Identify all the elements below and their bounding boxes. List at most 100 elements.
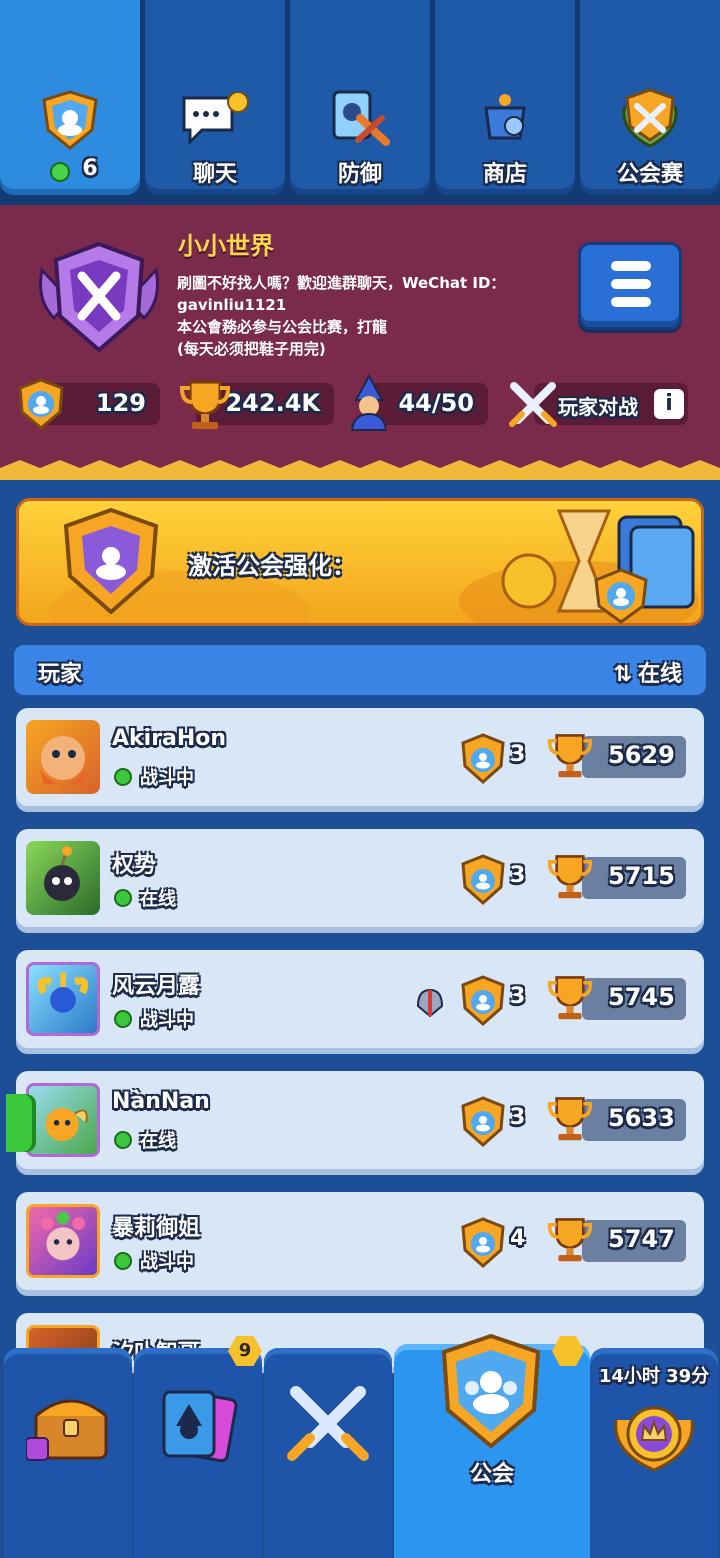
clan-level-icon	[586, 566, 656, 630]
clan-boost-badge-icon	[52, 507, 170, 618]
nav-clan-label: 公会	[469, 1462, 514, 1487]
trophy-icon	[546, 1214, 594, 1268]
chest-icon	[25, 1386, 116, 1470]
player-avatar	[26, 841, 100, 915]
tab-defense-label: 防御	[337, 162, 382, 187]
tab-clan-war[interactable]: 公会赛	[580, 0, 720, 195]
bottom-navigation: 9 公会 14小时 39分	[0, 1333, 720, 1558]
tab-shop[interactable]: 商店	[435, 0, 575, 195]
player-avatar	[26, 962, 100, 1036]
player-trophies: 5745	[608, 983, 675, 1011]
clan-badge-icon	[34, 240, 164, 360]
player-row[interactable]: NànNan 在线 3 5633	[16, 1071, 704, 1175]
player-status: 在线	[140, 889, 176, 910]
player-status: 战斗中	[140, 768, 194, 789]
season-timer: 14小时 39分	[598, 1366, 710, 1387]
player-level: 3	[510, 863, 526, 888]
tab-shop-label: 商店	[482, 162, 527, 187]
clan-shield-icon	[40, 90, 100, 156]
tab-defense[interactable]: 防御	[290, 0, 430, 195]
players-header-title: 玩家	[38, 662, 83, 687]
top-tab-bar: 6 聊天 防御 商店 公会赛	[0, 0, 720, 205]
clan-trophies-value: 242.4K	[225, 389, 320, 417]
clan-mode-label: 玩家对战	[558, 395, 638, 419]
player-level: 3	[510, 1105, 526, 1130]
clan-description: 刷圖不好找人嗎？歡迎進群聊天，WeChat ID： gavinliu1121 本…	[177, 274, 506, 358]
player-avatar	[26, 1204, 100, 1278]
shop-icon	[478, 92, 532, 152]
nav-cards[interactable]	[134, 1348, 262, 1558]
status-dot-icon	[114, 1131, 132, 1149]
side-tab-handle[interactable]	[6, 1094, 36, 1152]
player-trophies: 5633	[608, 1104, 675, 1132]
player-name: NànNan	[112, 1089, 210, 1114]
tab-chat-label: 聊天	[192, 162, 237, 187]
defense-icon	[328, 88, 392, 154]
player-row[interactable]: 暴莉御姐 战斗中 4 5747	[16, 1192, 704, 1296]
menu-bar-icon	[611, 297, 651, 307]
online-count: 6	[82, 156, 98, 181]
player-name: 权势	[112, 853, 157, 878]
season-crown-icon	[608, 1390, 700, 1480]
player-trophies: 5747	[608, 1225, 675, 1253]
trophy-icon	[546, 730, 594, 784]
menu-bar-icon	[611, 261, 651, 271]
trophy-icon	[546, 851, 594, 905]
status-dot-icon	[114, 889, 132, 907]
nav-chests[interactable]	[4, 1348, 132, 1558]
player-name: 风云月露	[112, 974, 201, 999]
role-helmet-icon	[414, 986, 446, 1024]
player-trophies: 5629	[608, 741, 675, 769]
clan-level-icon	[456, 732, 510, 790]
clan-level-icon	[456, 1216, 510, 1274]
trophy-icon	[546, 1093, 594, 1147]
player-name: 暴莉御姐	[112, 1216, 201, 1241]
tab-clan[interactable]: 6	[0, 0, 140, 195]
nav-season[interactable]: 14小时 39分	[590, 1348, 718, 1558]
sort-arrows-icon: ⇅	[613, 662, 632, 687]
info-icon[interactable]: i	[654, 389, 684, 419]
clan-level-value: 129	[95, 389, 146, 417]
player-level: 3	[510, 984, 526, 1009]
clan-level-icon	[456, 974, 510, 1032]
clan-level-icon	[456, 1095, 510, 1153]
battle-swords-icon	[282, 1382, 374, 1472]
sort-label: 在线	[637, 662, 682, 687]
clan-level-icon	[14, 376, 68, 436]
crossed-swords-icon	[508, 380, 558, 434]
player-row[interactable]: 风云月露 战斗中 3 5745	[16, 950, 704, 1054]
status-dot-icon	[114, 768, 132, 786]
panel-zigzag-border	[0, 460, 720, 480]
player-row[interactable]: AkiraHon 战斗中 3 5629	[16, 708, 704, 812]
player-status: 战斗中	[140, 1252, 194, 1273]
chat-icon	[180, 91, 250, 152]
player-row[interactable]: 权势 在线 3 5715	[16, 829, 704, 933]
player-avatar	[26, 720, 100, 794]
clan-menu-button[interactable]	[578, 242, 682, 330]
player-status: 战斗中	[140, 1010, 194, 1031]
clan-icon	[438, 1333, 544, 1454]
clan-war-icon	[615, 86, 685, 154]
player-level: 3	[510, 742, 526, 767]
tab-clan-war-label: 公会赛	[616, 162, 683, 187]
clan-boost-label: 激活公会强化：	[188, 552, 356, 580]
sort-by-online-button[interactable]: ⇅ 在线	[614, 656, 682, 688]
nav-battle[interactable]	[264, 1348, 392, 1558]
clan-members-value: 44/50	[398, 389, 474, 417]
tab-chat[interactable]: 聊天	[145, 0, 285, 195]
player-avatar	[26, 1083, 100, 1157]
status-dot-icon	[114, 1010, 132, 1028]
player-name: AkiraHon	[112, 726, 227, 751]
clan-name: 小小世界	[178, 232, 274, 260]
wizard-member-icon	[346, 373, 392, 436]
menu-bar-icon	[611, 279, 651, 289]
player-status: 在线	[140, 1131, 176, 1152]
nav-clan[interactable]: 公会	[394, 1333, 590, 1558]
player-level: 4	[510, 1226, 526, 1251]
cards-icon	[154, 1382, 244, 1472]
players-list-header: 玩家 ⇅ 在线	[14, 645, 706, 695]
clan-level-icon	[456, 853, 510, 911]
status-dot-icon	[114, 1252, 132, 1270]
trophy-icon	[178, 376, 232, 436]
trophy-icon	[546, 972, 594, 1026]
